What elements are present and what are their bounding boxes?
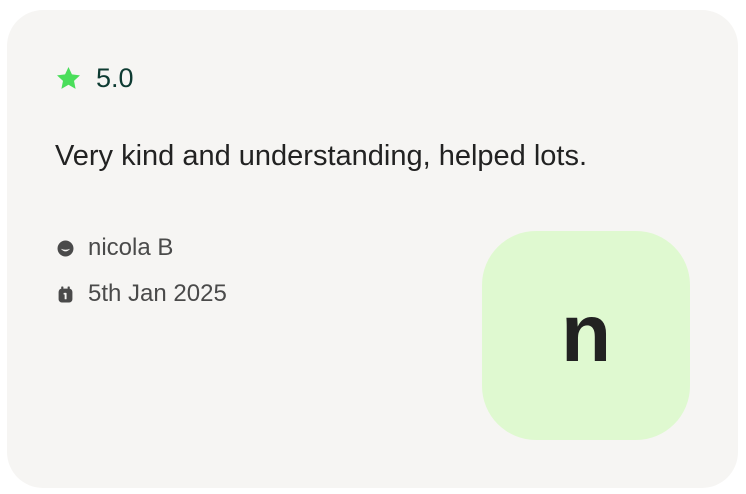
review-date: 5th Jan 2025 [88, 280, 227, 307]
rating: 5.0 [55, 65, 134, 92]
avatar: n [482, 231, 690, 440]
calendar-icon [58, 286, 73, 302]
rating-value: 5.0 [96, 63, 134, 93]
avatar-initial: n [560, 287, 612, 379]
review-text: Very kind and understanding, helped lots… [55, 140, 588, 172]
review-card: 5.0 Very kind and understanding, helped … [7, 10, 738, 488]
author-name: nicola B [88, 234, 174, 261]
star-icon [57, 67, 80, 89]
user-face-icon [57, 240, 74, 256]
author-row: nicola B [57, 234, 173, 262]
date-row: 5th Jan 2025 [57, 280, 227, 308]
